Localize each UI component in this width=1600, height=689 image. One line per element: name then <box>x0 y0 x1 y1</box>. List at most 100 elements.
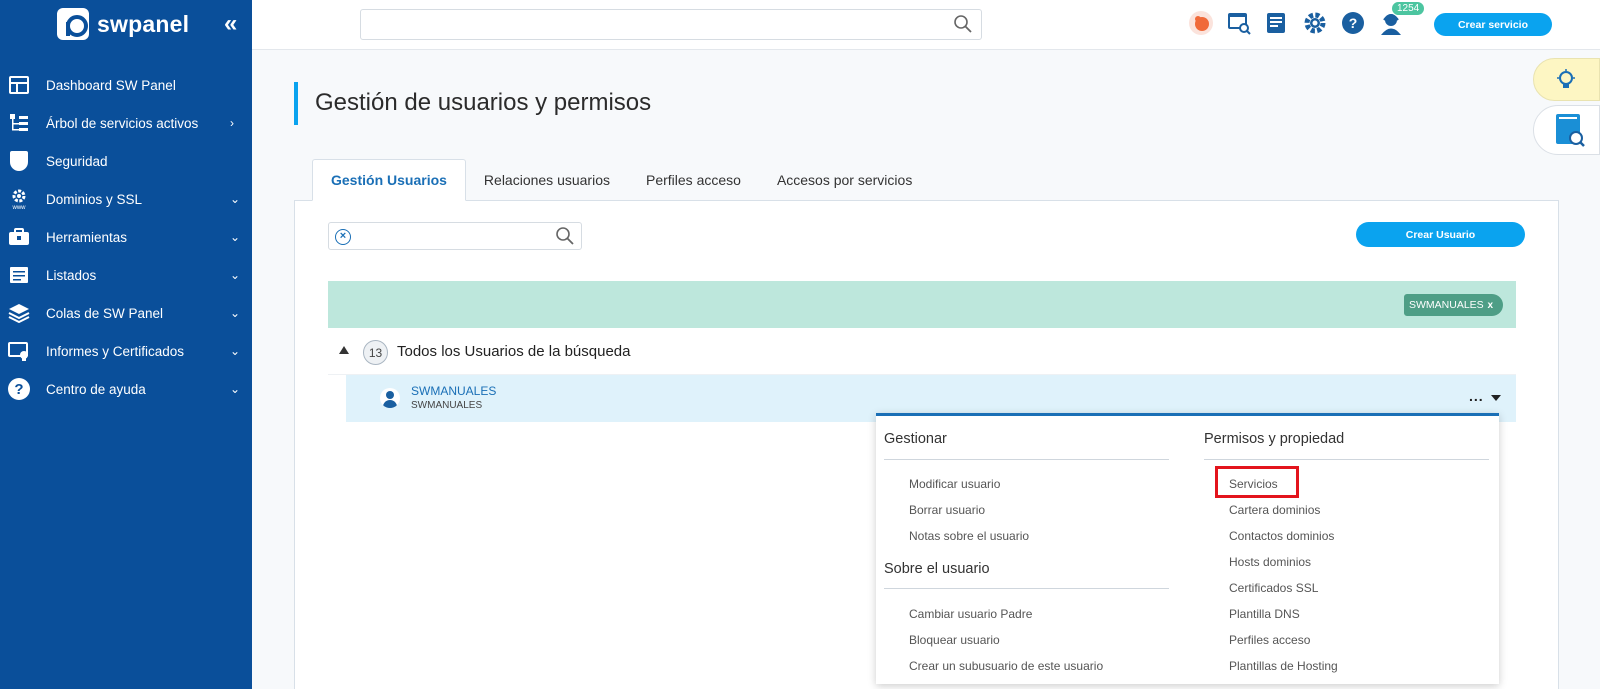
layers-icon <box>8 302 30 324</box>
svg-text:www: www <box>12 205 27 210</box>
active-filters-bar <box>328 281 1516 328</box>
sidebar-item-label: Informes y Certificados <box>46 343 185 359</box>
menu-item-perfiles-acceso[interactable]: Perfiles acceso <box>1229 633 1310 647</box>
sidebar-item-label: Herramientas <box>46 229 128 245</box>
top-icons: ? 1254 <box>1188 2 1425 36</box>
user-group-row[interactable]: 13 Todos los Usuarios de la búsqueda <box>328 328 1516 375</box>
sidebar-item-label: Centro de ayuda <box>46 381 146 397</box>
search-icon[interactable] <box>953 14 973 34</box>
user-actions-dropdown: Gestionar Modificar usuario Borrar usuar… <box>876 413 1499 684</box>
settings-icon[interactable] <box>1302 10 1328 36</box>
sidebar-item-label: Listados <box>46 267 97 283</box>
dashboard-icon <box>8 74 30 96</box>
menu-item-notas-usuario[interactable]: Notas sobre el usuario <box>909 529 1029 543</box>
dropdown-heading-gestionar: Gestionar <box>884 431 947 447</box>
divider <box>1204 459 1489 460</box>
brand-name: swpanel <box>97 10 190 37</box>
remove-filter-button[interactable]: x <box>1487 300 1493 311</box>
menu-item-hosts-dominios[interactable]: Hosts dominios <box>1229 555 1311 569</box>
crear-usuario-button[interactable]: Crear Usuario <box>1356 222 1525 247</box>
clear-circle-icon[interactable]: × <box>335 229 351 245</box>
sidebar-item-dominios[interactable]: www Dominios y SSL ⌄ <box>0 180 252 218</box>
swpanel-logo-icon <box>57 8 89 40</box>
menu-item-cambiar-usuario-padre[interactable]: Cambiar usuario Padre <box>909 607 1032 621</box>
help-circle-icon: ? <box>8 378 30 400</box>
filter-chip: SWMANUALES x <box>1404 294 1503 316</box>
menu-item-bloquear-usuario[interactable]: Bloquear usuario <box>909 633 1000 647</box>
highlight-annotation <box>1215 466 1299 498</box>
user-name-link[interactable]: SWMANUALES <box>411 384 496 398</box>
brand-logo[interactable]: swpanel <box>57 8 189 40</box>
user-filter-input[interactable]: × <box>328 222 582 250</box>
chevron-down-icon: ⌄ <box>230 306 241 320</box>
chevron-down-icon: ⌄ <box>230 344 241 358</box>
certificate-icon <box>8 340 30 362</box>
list-icon <box>8 264 30 286</box>
user-count-badge: 13 <box>363 340 388 365</box>
user-avatar-icon <box>380 388 400 408</box>
topbar: ? 1254 Crear servicio <box>252 0 1600 50</box>
tab-perfiles-acceso[interactable]: Perfiles acceso <box>628 159 759 201</box>
sidebar-item-label: Árbol de servicios activos <box>46 115 199 131</box>
sidebar-nav: Dashboard SW Panel Árbol de servicios ac… <box>0 66 252 408</box>
chevron-down-icon: ⌄ <box>230 268 241 282</box>
menu-item-plantilla-dns[interactable]: Plantilla DNS <box>1229 607 1300 621</box>
sidebar-item-seguridad[interactable]: Seguridad <box>0 142 252 180</box>
user-subtitle: SWMANUALES <box>411 400 483 411</box>
filter-chip-label: SWMANUALES <box>1409 299 1484 311</box>
sidebar-item-arbol-servicios[interactable]: Árbol de servicios activos › <box>0 104 252 142</box>
divider <box>884 588 1169 589</box>
tips-button[interactable] <box>1533 58 1600 101</box>
tabs: Gestión Usuarios Relaciones usuarios Per… <box>312 159 930 201</box>
sidebar-item-herramientas[interactable]: Herramientas ⌄ <box>0 218 252 256</box>
menu-item-plantillas-hosting[interactable]: Plantillas de Hosting <box>1229 659 1338 673</box>
chevron-right-icon: › <box>230 116 234 130</box>
support-agent-icon[interactable]: 1254 <box>1378 2 1425 36</box>
global-search-input[interactable] <box>360 9 982 40</box>
collapse-triangle-icon[interactable] <box>339 346 349 354</box>
menu-item-modificar-usuario[interactable]: Modificar usuario <box>909 477 1000 491</box>
manual-search-button[interactable] <box>1533 105 1600 155</box>
title-accent-bar <box>294 82 298 125</box>
sidebar-item-informes[interactable]: Informes y Certificados ⌄ <box>0 332 252 370</box>
divider <box>884 459 1169 460</box>
lightbulb-icon <box>1557 68 1575 88</box>
menu-item-cartera-dominios[interactable]: Cartera dominios <box>1229 503 1320 517</box>
tab-accesos-por-servicios[interactable]: Accesos por servicios <box>759 159 930 201</box>
page-title: Gestión de usuarios y permisos <box>315 89 652 116</box>
sidebar-item-ayuda[interactable]: ? Centro de ayuda ⌄ <box>0 370 252 408</box>
menu-item-borrar-usuario[interactable]: Borrar usuario <box>909 503 985 517</box>
flame-icon[interactable] <box>1188 10 1214 36</box>
chevron-down-icon: ⌄ <box>230 230 241 244</box>
help-icon[interactable]: ? <box>1340 10 1366 36</box>
chevron-down-icon: ⌄ <box>230 192 241 206</box>
crear-servicio-button[interactable]: Crear servicio <box>1434 13 1552 36</box>
book-search-icon <box>1556 114 1585 147</box>
chevron-down-icon: ⌄ <box>230 382 241 396</box>
collapse-sidebar-icon[interactable]: « <box>224 10 237 38</box>
menu-item-contactos-dominios[interactable]: Contactos dominios <box>1229 529 1334 543</box>
sidebar-item-label: Seguridad <box>46 153 108 169</box>
web-search-icon[interactable] <box>1226 10 1252 36</box>
sidebar: swpanel « Dashboard SW Panel Árbol de se… <box>0 0 252 689</box>
group-label: Todos los Usuarios de la búsqueda <box>397 343 631 360</box>
sidebar-item-label: Dashboard SW Panel <box>46 77 176 93</box>
tab-gestion-usuarios[interactable]: Gestión Usuarios <box>312 159 466 201</box>
sidebar-item-colas[interactable]: Colas de SW Panel ⌄ <box>0 294 252 332</box>
menu-item-crear-subusuario[interactable]: Crear un subusuario de este usuario <box>909 659 1103 673</box>
tab-relaciones-usuarios[interactable]: Relaciones usuarios <box>466 159 628 201</box>
sidebar-item-dashboard[interactable]: Dashboard SW Panel <box>0 66 252 104</box>
caret-down-icon[interactable] <box>1491 395 1501 401</box>
dropdown-heading-permisos: Permisos y propiedad <box>1204 431 1345 447</box>
notification-badge: 1254 <box>1392 2 1425 15</box>
invoice-icon[interactable] <box>1264 10 1290 36</box>
toolbox-icon <box>8 226 30 248</box>
sidebar-item-label: Colas de SW Panel <box>46 305 164 321</box>
dropdown-heading-sobre-usuario: Sobre el usuario <box>884 561 990 577</box>
sidebar-item-listados[interactable]: Listados ⌄ <box>0 256 252 294</box>
menu-item-certificados-ssl[interactable]: Certificados SSL <box>1229 581 1318 595</box>
tree-icon <box>8 112 30 134</box>
user-actions-menu-button[interactable]: ... <box>1469 388 1484 404</box>
sidebar-item-label: Dominios y SSL <box>46 191 143 207</box>
search-icon[interactable] <box>555 226 575 246</box>
